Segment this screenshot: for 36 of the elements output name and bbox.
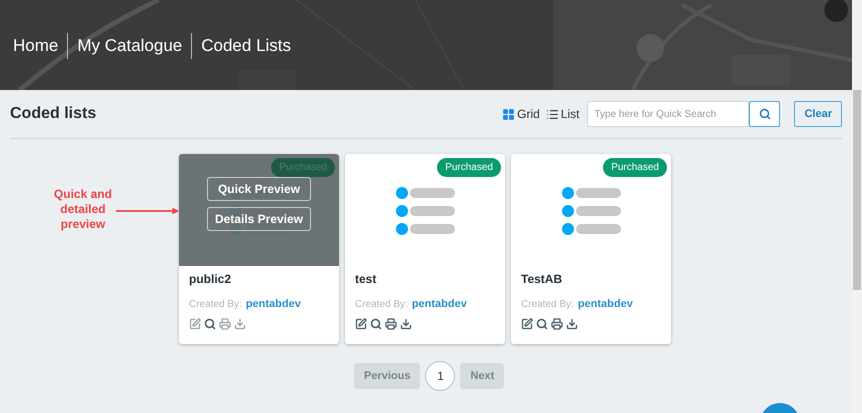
print-icon[interactable] [385, 318, 397, 330]
search-icon[interactable] [204, 318, 216, 330]
view-toggle[interactable]: Grid [502, 105, 540, 123]
purchased-badge: Purchased [437, 158, 501, 177]
search-icon [758, 108, 771, 120]
download-icon[interactable] [400, 318, 412, 330]
author-link[interactable]: pentabdev [578, 296, 633, 312]
search-icon[interactable] [370, 318, 382, 330]
author-link[interactable]: pentabdev [246, 296, 301, 312]
view-toggle[interactable]: List [546, 105, 580, 123]
download-icon[interactable] [566, 318, 578, 330]
created-by-label: Created By: [189, 298, 242, 312]
breadcrumb-link[interactable]: My Catalogue [77, 32, 182, 58]
grid-icon [502, 108, 516, 120]
search-button[interactable] [749, 101, 780, 127]
edit-icon[interactable] [521, 318, 533, 330]
annotation-text: Quick and detailed preview [52, 187, 113, 232]
print-icon[interactable] [551, 318, 563, 330]
card-title[interactable]: TestAB [521, 270, 661, 288]
created-by-label: Created By: [521, 298, 574, 312]
purchased-badge: Purchased [603, 158, 667, 177]
card-title[interactable]: public2 [189, 270, 329, 288]
edit-icon[interactable] [355, 318, 367, 330]
breadcrumb-link[interactable]: Home [13, 32, 58, 58]
breadcrumb-link[interactable]: Coded Lists [201, 32, 292, 58]
created-by-label: Created By: [355, 298, 408, 312]
search-field[interactable]: Type here for Quick Search [587, 101, 750, 127]
card-title[interactable]: test [355, 270, 495, 288]
scrollbar[interactable] [852, 0, 862, 413]
clear-button[interactable]: Clear [794, 101, 842, 127]
page-title: Coded lists [10, 104, 96, 124]
list-icon [546, 108, 559, 120]
annotation-arrow [116, 207, 179, 215]
search-icon[interactable] [536, 318, 548, 330]
author-link[interactable]: pentabdev [412, 296, 467, 312]
page-button[interactable]: 1 [425, 361, 456, 391]
